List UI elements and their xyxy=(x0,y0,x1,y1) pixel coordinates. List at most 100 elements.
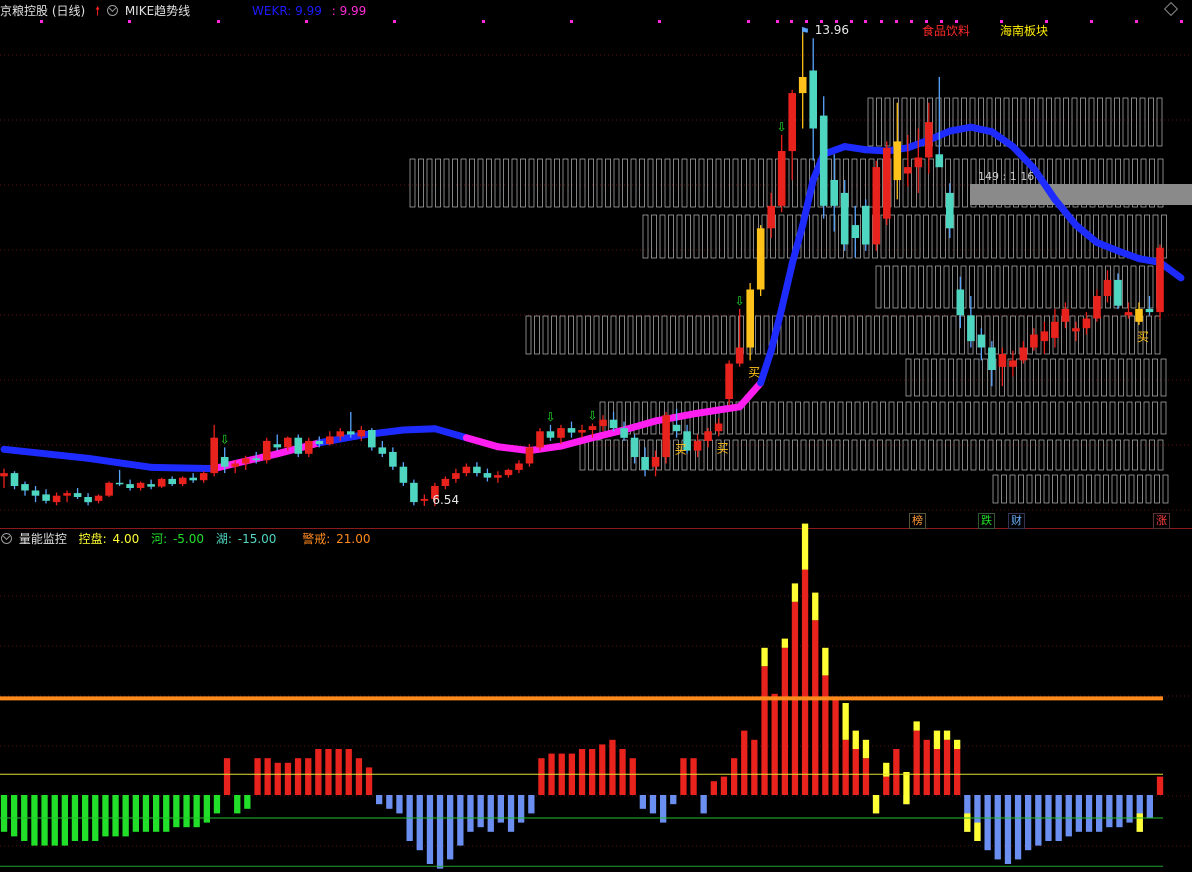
signal-dot xyxy=(658,20,661,23)
candle-body xyxy=(294,437,303,454)
chip-box xyxy=(1131,97,1137,147)
chip-box xyxy=(1120,315,1127,355)
candle xyxy=(809,38,817,161)
candle xyxy=(946,183,954,239)
chip-box xyxy=(962,158,968,208)
chip-box xyxy=(1120,474,1126,504)
chip-box xyxy=(644,315,651,355)
volume-bar xyxy=(913,730,920,795)
mike-segment xyxy=(431,425,470,442)
signal-dot xyxy=(393,20,396,23)
candle-body xyxy=(756,228,765,290)
candle-body xyxy=(830,180,838,206)
candle xyxy=(462,463,471,477)
volume-bar xyxy=(315,749,322,795)
volume-bar xyxy=(325,749,332,795)
chip-box xyxy=(736,214,742,259)
mike-segment xyxy=(525,442,565,455)
volume-bar xyxy=(741,730,748,795)
chip-box xyxy=(769,401,776,435)
chip-box xyxy=(950,315,957,355)
volume-bar xyxy=(61,795,68,846)
chip-box xyxy=(1126,401,1133,435)
chip-box xyxy=(551,315,557,355)
mike-segment xyxy=(399,425,439,434)
chip-box xyxy=(935,265,941,309)
chip-box xyxy=(914,214,921,259)
candle xyxy=(399,462,408,487)
chip-box xyxy=(1008,214,1014,259)
candle-body xyxy=(494,475,502,478)
chip-box xyxy=(1154,315,1161,355)
chip-box xyxy=(766,439,773,471)
candle xyxy=(798,28,807,129)
chip-box xyxy=(812,401,818,435)
volume-bar xyxy=(751,739,758,795)
chip-box xyxy=(789,315,795,355)
volume-bar-cap xyxy=(801,523,809,570)
candle-body xyxy=(389,451,397,467)
volume-bar xyxy=(1116,795,1123,828)
chip-box xyxy=(1025,214,1031,259)
candle-body xyxy=(1040,331,1049,342)
candle-body xyxy=(368,430,376,448)
cost-band-rect xyxy=(970,184,1192,205)
candle xyxy=(515,460,523,474)
chip-box xyxy=(613,158,620,208)
signal-dot xyxy=(1180,20,1183,23)
chip-box xyxy=(1072,439,1079,471)
chip-box xyxy=(982,401,988,435)
signal-dot xyxy=(940,20,943,23)
chip-box xyxy=(588,158,594,208)
volume-bar xyxy=(0,795,8,832)
candle xyxy=(52,492,61,506)
chip-box xyxy=(1139,265,1145,309)
chip-box xyxy=(1147,265,1154,309)
chip-box xyxy=(965,358,971,397)
volume-bar xyxy=(1096,795,1103,832)
volume-bar-cap xyxy=(913,721,920,731)
chip-box xyxy=(1035,474,1041,504)
chip-box xyxy=(982,358,988,397)
candle-body xyxy=(357,430,366,437)
volume-bar xyxy=(690,758,697,795)
chip-box xyxy=(477,158,484,208)
chip-box xyxy=(965,214,972,259)
buy-label: 买 xyxy=(748,365,760,379)
candle-body xyxy=(420,498,429,501)
candle-body xyxy=(1114,279,1122,306)
mike-segment xyxy=(778,260,796,313)
candle xyxy=(305,437,313,458)
candle-body xyxy=(1030,334,1038,348)
candle-body xyxy=(73,493,82,497)
signal-dot xyxy=(880,20,883,23)
candle xyxy=(746,283,754,361)
chip-box xyxy=(596,158,603,208)
chip-box xyxy=(1080,97,1086,147)
chip-box xyxy=(1046,97,1052,147)
chip-box xyxy=(622,158,628,208)
chip-box xyxy=(884,97,891,147)
volume-bar xyxy=(457,795,464,846)
volume-bar xyxy=(335,749,342,795)
candle xyxy=(693,434,702,458)
signal-dot xyxy=(305,20,308,23)
signal-dot xyxy=(955,20,958,23)
volume-bar xyxy=(771,693,778,795)
signal-dot xyxy=(217,20,220,23)
candle-body xyxy=(883,147,891,219)
candle xyxy=(189,473,197,483)
chip-box xyxy=(534,315,540,355)
volume-bar xyxy=(153,795,160,832)
chip-box xyxy=(486,158,492,208)
chip-box xyxy=(931,358,937,397)
chip-box xyxy=(687,315,693,355)
volume-bar-cap xyxy=(822,647,829,676)
chart-area[interactable]: 买买买买⇩⇩ ⇩⇩⇩⚑ 13.96 6.54 149 : 1 16 xyxy=(0,0,1192,872)
volume-bar xyxy=(254,758,261,795)
chip-box xyxy=(741,158,747,208)
volume-bar xyxy=(193,795,200,828)
candle-body xyxy=(599,419,607,427)
volume-bar xyxy=(1004,795,1012,864)
chip-box xyxy=(1060,474,1067,504)
